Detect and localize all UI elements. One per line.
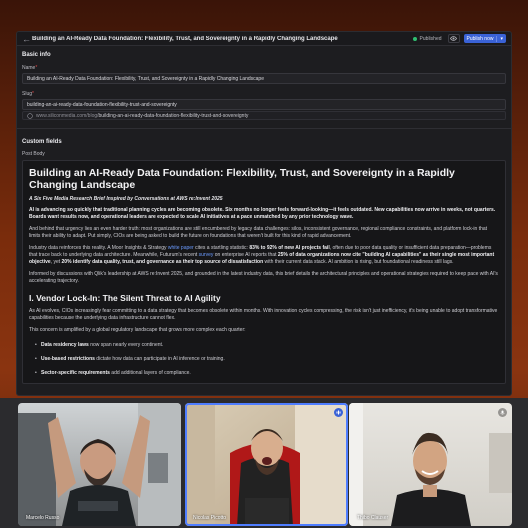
list-item: Use-based restrictions dictate how data … xyxy=(29,356,499,362)
preview-button[interactable] xyxy=(447,34,460,43)
section-basic-info: Basic info xyxy=(22,52,51,58)
post-heading-2: I. Vendor Lock-In: The Silent Threat to … xyxy=(29,293,221,303)
slug-field[interactable]: building-an-ai-ready-data-foundation-fle… xyxy=(22,99,506,110)
cms-editor-window: ← Building an AI-Ready Data Foundation: … xyxy=(16,31,512,396)
publish-label: Publish now xyxy=(466,35,494,42)
video-call-strip: Marcelo Russo Nicolas Picotto Thibo Clau… xyxy=(0,398,528,528)
list-item: Sector-specific requirements add additio… xyxy=(29,370,499,376)
eye-icon xyxy=(450,36,457,41)
section-custom-fields: Custom fields xyxy=(22,139,62,145)
post-paragraph-6: This concern is amplified by a global re… xyxy=(29,327,246,333)
list-item: Data residency laws now span nearly ever… xyxy=(29,342,499,348)
slug-label: Slug* xyxy=(22,91,34,97)
editor-content: Basic info Name* Building an AI-Ready Da… xyxy=(17,52,511,384)
chevron-down-icon[interactable]: ▾ xyxy=(496,35,503,42)
participant-video xyxy=(185,403,348,526)
post-body-label: Post Body xyxy=(22,151,45,157)
post-body-editor[interactable]: Building an AI-Ready Data Foundation: Fl… xyxy=(22,160,506,384)
participant-name: Marcelo Russo xyxy=(26,515,60,521)
status-dot-icon xyxy=(412,36,417,41)
post-paragraph-2: And behind that urgency lies an even har… xyxy=(29,226,488,239)
speaking-indicator-icon xyxy=(334,408,343,417)
microphone-icon xyxy=(498,408,507,417)
url-prefix: www.siliconmedia.com/blog/ xyxy=(36,112,99,119)
survey-link[interactable]: survey xyxy=(199,252,214,258)
participant-tile-3[interactable]: Thibo Clauser xyxy=(349,403,512,526)
participant-video xyxy=(18,403,181,526)
participant-tile-2[interactable]: Nicolas Picotto xyxy=(185,403,348,526)
post-paragraph-5: As AI evolves, CIOs increasingly fear co… xyxy=(29,308,498,321)
name-field[interactable]: Building an AI-Ready Data Foundation: Fl… xyxy=(22,73,506,84)
post-title: Building an AI-Ready Data Foundation: Fl… xyxy=(29,167,455,191)
status-label: Published xyxy=(419,35,442,42)
participant-video xyxy=(349,403,512,526)
participant-name: Thibo Clauser xyxy=(357,515,389,521)
post-paragraph-3: Industry data reinforces this reality. A… xyxy=(29,245,495,265)
section-divider xyxy=(17,128,511,129)
publish-now-button[interactable]: Publish now ▾ xyxy=(463,34,506,43)
post-paragraph-4: Informed by discussions with Qlik's lead… xyxy=(29,271,498,284)
slug-url-preview: www.siliconmedia.com/blog/building-an-ai… xyxy=(22,111,506,120)
post-paragraph-1: AI is advancing so quickly that traditio… xyxy=(29,207,496,220)
participant-tile-1[interactable]: Marcelo Russo xyxy=(18,403,181,526)
post-subtitle: A Six Five Media Research Brief Inspired… xyxy=(29,196,223,202)
editor-header: ← Building an AI-Ready Data Foundation: … xyxy=(17,32,511,46)
participant-name: Nicolas Picotto xyxy=(193,515,227,521)
publish-status: Published xyxy=(412,35,442,42)
link-icon xyxy=(27,112,33,119)
document-title: Building an AI-Ready Data Foundation: Fl… xyxy=(32,35,338,42)
name-label: Name* xyxy=(22,65,38,71)
url-slug: building-an-ai-ready-data-foundation-fle… xyxy=(98,112,249,119)
back-arrow-icon[interactable]: ← xyxy=(22,32,32,46)
white-paper-link[interactable]: white paper xyxy=(168,245,194,251)
